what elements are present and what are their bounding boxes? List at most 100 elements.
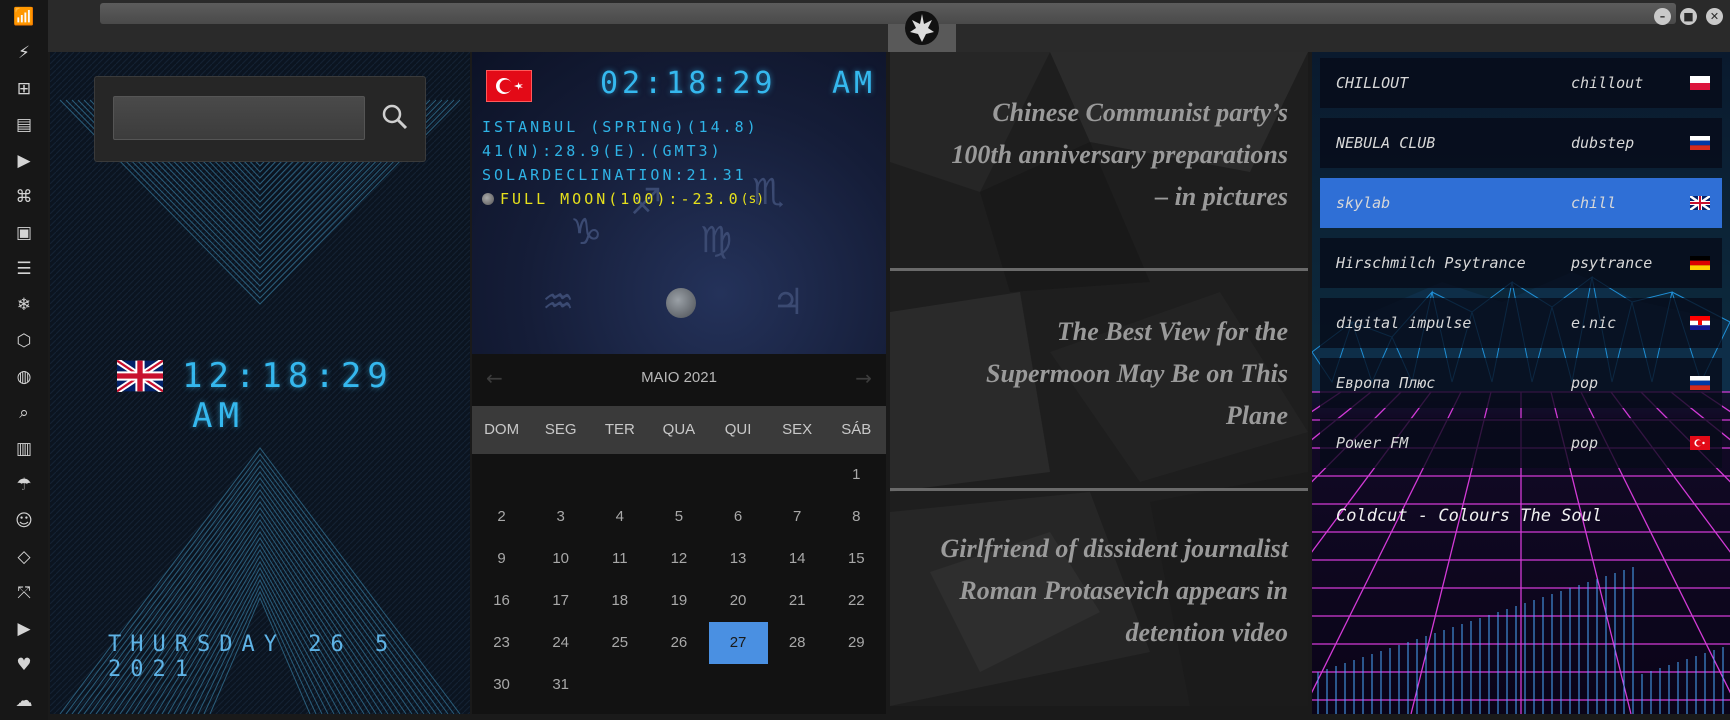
calendar-day[interactable]: 12 bbox=[649, 538, 708, 580]
radio-station-genre: psytrance bbox=[1571, 254, 1653, 272]
radio-panel: CHILLOUT chillout NEBULA CLUB dubstep skylab… bbox=[1312, 52, 1730, 714]
news-item[interactable]: The Best View for the Supermoon May Be o… bbox=[910, 311, 1288, 437]
local-time: 12:18:29 AM bbox=[182, 356, 470, 436]
map-icon[interactable]: ▥ bbox=[12, 437, 36, 461]
calendar-day[interactable]: 26 bbox=[649, 622, 708, 664]
turkey-flag-icon bbox=[1690, 436, 1710, 450]
hexagon-icon[interactable]: ⬡ bbox=[12, 329, 36, 353]
local-time-value: 12:18:29 bbox=[182, 356, 394, 396]
calendar-day[interactable]: 4 bbox=[590, 496, 649, 538]
calendar-day[interactable]: 21 bbox=[768, 580, 827, 622]
snowflake-icon[interactable]: ❄ bbox=[12, 293, 36, 317]
calendar-day[interactable]: 16 bbox=[472, 580, 531, 622]
umbrella-icon[interactable]: ☂ bbox=[12, 473, 36, 497]
top-drag-bar[interactable] bbox=[100, 3, 1676, 24]
globe-icon[interactable]: ◍ bbox=[12, 365, 36, 389]
radio-station-row[interactable]: digital impulse e.nic bbox=[1320, 298, 1722, 348]
calendar-day[interactable]: 7 bbox=[768, 496, 827, 538]
calendar-day bbox=[709, 664, 768, 706]
search-icon[interactable] bbox=[377, 99, 413, 135]
city-coordinates: 41(N):28.9(E).(GMT3) bbox=[482, 142, 723, 160]
moon-phase-icon bbox=[482, 193, 494, 205]
calendar-week: 16 17 18 19 20 21 22 bbox=[472, 580, 886, 622]
calendar-header: ← MAIO 2021 → bbox=[472, 354, 886, 404]
map-book-icon[interactable]: ⌘ bbox=[12, 185, 36, 209]
radio-station-row[interactable]: skylab chill bbox=[1320, 178, 1722, 228]
calendar-day[interactable]: 25 bbox=[590, 622, 649, 664]
calendar-day[interactable]: 9 bbox=[472, 538, 531, 580]
calendar-day[interactable]: 3 bbox=[531, 496, 590, 538]
news-title-line: Chinese Communist party’s bbox=[992, 98, 1288, 127]
radio-station-name: Европа Плюс bbox=[1336, 374, 1436, 392]
cloud-icon[interactable]: ☁ bbox=[12, 689, 36, 713]
news-divider bbox=[890, 268, 1308, 271]
search-icon[interactable]: ⌕ bbox=[12, 401, 36, 425]
image-icon[interactable]: ▣ bbox=[12, 221, 36, 245]
calendar-day[interactable]: 29 bbox=[827, 622, 886, 664]
rebel-alliance-tab[interactable] bbox=[888, 11, 956, 52]
weekday-label: DOM bbox=[484, 421, 520, 438]
calendar-day[interactable]: 20 bbox=[709, 580, 768, 622]
calendar-day bbox=[827, 664, 886, 706]
calendar-day bbox=[768, 664, 827, 706]
fullscreen-icon[interactable]: ⤧ bbox=[12, 581, 36, 605]
calendar-week: 23 24 25 26 27 28 29 bbox=[472, 622, 886, 664]
calendar-day[interactable]: 10 bbox=[531, 538, 590, 580]
next-month-icon[interactable]: → bbox=[855, 366, 872, 390]
calendar-day[interactable]: 2 bbox=[472, 496, 531, 538]
calendar-week: 9 10 11 12 13 14 15 bbox=[472, 538, 886, 580]
calendar-day[interactable]: 1 bbox=[827, 454, 886, 496]
weekday-label: TER bbox=[604, 421, 635, 438]
calendar-week: 30 31 bbox=[472, 664, 886, 706]
radio-station-name: skylab bbox=[1336, 194, 1391, 212]
radio-station-row[interactable]: NEBULA CLUB dubstep bbox=[1320, 118, 1722, 168]
play-icon[interactable]: ▶ bbox=[12, 149, 36, 173]
calendar-grid: 1 2 3 4 5 6 7 8 9 10 11 12 13 14 15 16 17 18 19 20 21 22 23 24 2… bbox=[472, 454, 886, 706]
calendar-day[interactable]: 19 bbox=[649, 580, 708, 622]
wifi-icon[interactable]: 📶 bbox=[12, 5, 36, 29]
calendar-day[interactable]: 24 bbox=[531, 622, 590, 664]
calendar-day bbox=[590, 664, 649, 706]
now-playing: Coldcut - Colours The Soul bbox=[1336, 506, 1603, 526]
radio-station-row[interactable]: Hirschmilch Psytrance psytrance bbox=[1320, 238, 1722, 288]
news-panel: Chinese Communist party’s 100th annivers… bbox=[890, 52, 1308, 706]
bolt-icon[interactable]: ⚡ bbox=[12, 41, 36, 65]
radio-station-row[interactable]: Европа Плюс pop bbox=[1320, 358, 1722, 408]
news-title-line: Roman Protasevich appears in bbox=[959, 576, 1288, 605]
radio-station-row[interactable]: CHILLOUT chillout bbox=[1320, 58, 1722, 108]
calendar-day[interactable]: 17 bbox=[531, 580, 590, 622]
code-icon[interactable]: ◇ bbox=[12, 545, 36, 569]
calendar-day[interactable]: 15 bbox=[827, 538, 886, 580]
radio-station-name: Power FM bbox=[1336, 434, 1409, 452]
calendar-day[interactable]: 14 bbox=[768, 538, 827, 580]
calendar-day-today[interactable]: 27 bbox=[708, 622, 768, 664]
search-input[interactable] bbox=[113, 96, 365, 140]
calendar-day[interactable]: 18 bbox=[590, 580, 649, 622]
heart-icon[interactable]: ♥ bbox=[12, 653, 36, 677]
germany-flag-icon bbox=[1690, 256, 1710, 270]
contacts-icon[interactable]: ☺ bbox=[12, 509, 36, 533]
calendar-day[interactable]: 6 bbox=[709, 496, 768, 538]
calendar-day[interactable]: 23 bbox=[472, 622, 531, 664]
calendar-day[interactable]: 13 bbox=[709, 538, 768, 580]
calendar-day[interactable]: 31 bbox=[531, 664, 590, 706]
calendar-day[interactable]: 11 bbox=[590, 538, 649, 580]
calendar-day[interactable]: 5 bbox=[649, 496, 708, 538]
windows-icon[interactable]: ⊞ bbox=[12, 77, 36, 101]
calendar-day[interactable]: 8 bbox=[827, 496, 886, 538]
minimize-icon[interactable]: – bbox=[1654, 8, 1671, 25]
archive-icon[interactable]: ▤ bbox=[12, 113, 36, 137]
maximize-icon[interactable]: ■ bbox=[1680, 8, 1697, 25]
calendar-day[interactable]: 28 bbox=[768, 622, 827, 664]
news-item[interactable]: Girlfriend of dissident journalist Roman… bbox=[910, 528, 1288, 654]
calendar-day[interactable]: 22 bbox=[827, 580, 886, 622]
calendar-day bbox=[768, 454, 827, 496]
weekday-label: SÁB bbox=[841, 421, 872, 438]
news-item[interactable]: Chinese Communist party’s 100th annivers… bbox=[910, 92, 1288, 218]
close-icon[interactable]: ✕ bbox=[1706, 8, 1723, 25]
youtube-icon[interactable]: ▶ bbox=[12, 617, 36, 641]
news-icon[interactable]: ☰ bbox=[12, 257, 36, 281]
calendar-day[interactable]: 30 bbox=[472, 664, 531, 706]
zodiac-jupiter-icon: ♃ bbox=[772, 282, 805, 323]
radio-station-row[interactable]: Power FM pop bbox=[1320, 418, 1722, 468]
